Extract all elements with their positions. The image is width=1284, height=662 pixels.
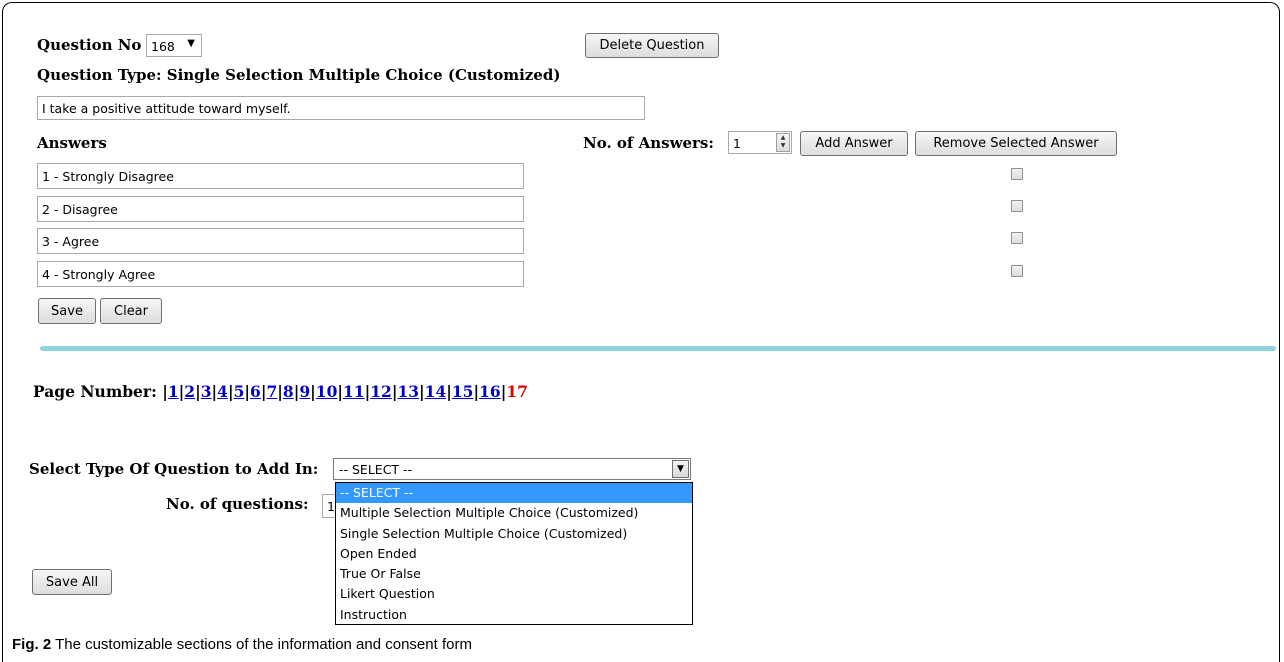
page-link[interactable]: 13 — [397, 382, 419, 401]
answers-label: Answers — [37, 134, 107, 152]
question-no-select[interactable]: 168 ▼ — [146, 34, 202, 57]
num-answers-value: 1 — [733, 136, 741, 151]
page-link[interactable]: 14 — [425, 382, 447, 401]
answer-input-4[interactable]: 4 - Strongly Agree — [37, 261, 524, 287]
clear-button[interactable]: Clear — [100, 298, 162, 324]
page-link[interactable]: 9 — [299, 382, 310, 401]
question-type-dropdown-list: -- SELECT -- Multiple Selection Multiple… — [335, 482, 693, 625]
question-type-label: Question Type: Single Selection Multiple… — [37, 66, 561, 84]
figure-label: Fig. 2 — [12, 636, 52, 653]
page-link[interactable]: 10 — [316, 382, 338, 401]
num-answers-stepper[interactable]: 1 ▲ ▼ — [728, 131, 792, 154]
dropdown-option[interactable]: -- SELECT -- — [336, 483, 692, 504]
remove-selected-answer-button[interactable]: Remove Selected Answer — [915, 131, 1117, 156]
question-type-select[interactable]: -- SELECT -- ▼ — [333, 458, 691, 480]
chevron-down-icon[interactable]: ▼ — [672, 460, 689, 478]
caption-text: The customizable sections of the informa… — [51, 636, 472, 653]
num-questions-label: No. of questions: — [166, 495, 309, 513]
question-text-input[interactable]: I take a positive attitude toward myself… — [37, 96, 645, 120]
select-type-label: Select Type Of Question to Add In: — [29, 460, 319, 478]
figure-caption: Fig. 2 The customizable sections of the … — [12, 636, 472, 653]
page-link[interactable]: 2 — [184, 382, 195, 401]
answer-input-1[interactable]: 1 - Strongly Disagree — [37, 163, 524, 189]
page-link[interactable]: 1 — [168, 382, 179, 401]
dropdown-option[interactable]: Single Selection Multiple Choice (Custom… — [336, 524, 692, 544]
dropdown-option[interactable]: Multiple Selection Multiple Choice (Cust… — [336, 503, 692, 523]
save-all-button[interactable]: Save All — [32, 569, 112, 595]
add-answer-button[interactable]: Add Answer — [800, 131, 908, 156]
page-link[interactable]: 4 — [217, 382, 228, 401]
chevron-down-icon: ▼ — [187, 38, 195, 49]
page-link[interactable]: 11 — [343, 382, 365, 401]
page-link[interactable]: 15 — [452, 382, 474, 401]
answer-input-2[interactable]: 2 - Disagree — [37, 196, 524, 222]
dropdown-option[interactable]: Instruction — [336, 605, 692, 625]
delete-question-button[interactable]: Delete Question — [585, 33, 719, 58]
question-no-label: Question No — [37, 36, 142, 54]
page-link[interactable]: 3 — [201, 382, 212, 401]
pagination: Page Number: |1|2|3|4|5|6|7|8|9|10|11|12… — [33, 382, 528, 401]
page-link[interactable]: 5 — [234, 382, 245, 401]
dropdown-option[interactable]: True Or False — [336, 564, 692, 584]
current-page: 17 — [506, 382, 528, 401]
page-link[interactable]: 16 — [479, 382, 501, 401]
spinner-arrows-icon[interactable]: ▲ ▼ — [776, 133, 790, 152]
dropdown-option[interactable]: Likert Question — [336, 584, 692, 604]
page-link[interactable]: 6 — [250, 382, 261, 401]
question-type-selected: -- SELECT -- — [339, 462, 413, 477]
page-number-label: Page Number: — [33, 382, 157, 401]
answer-checkbox-4[interactable] — [1011, 265, 1023, 277]
num-answers-label: No. of Answers: — [583, 134, 714, 152]
page-link[interactable]: 12 — [370, 382, 392, 401]
answer-checkbox-2[interactable] — [1011, 200, 1023, 212]
answer-checkbox-3[interactable] — [1011, 232, 1023, 244]
page-link[interactable]: 7 — [266, 382, 277, 401]
dropdown-option[interactable]: Open Ended — [336, 544, 692, 564]
answer-checkbox-1[interactable] — [1011, 168, 1023, 180]
page-link[interactable]: 8 — [283, 382, 294, 401]
answer-input-3[interactable]: 3 - Agree — [37, 228, 524, 254]
section-divider — [40, 346, 1276, 351]
save-button[interactable]: Save — [38, 298, 96, 324]
question-no-value: 168 — [151, 39, 175, 54]
